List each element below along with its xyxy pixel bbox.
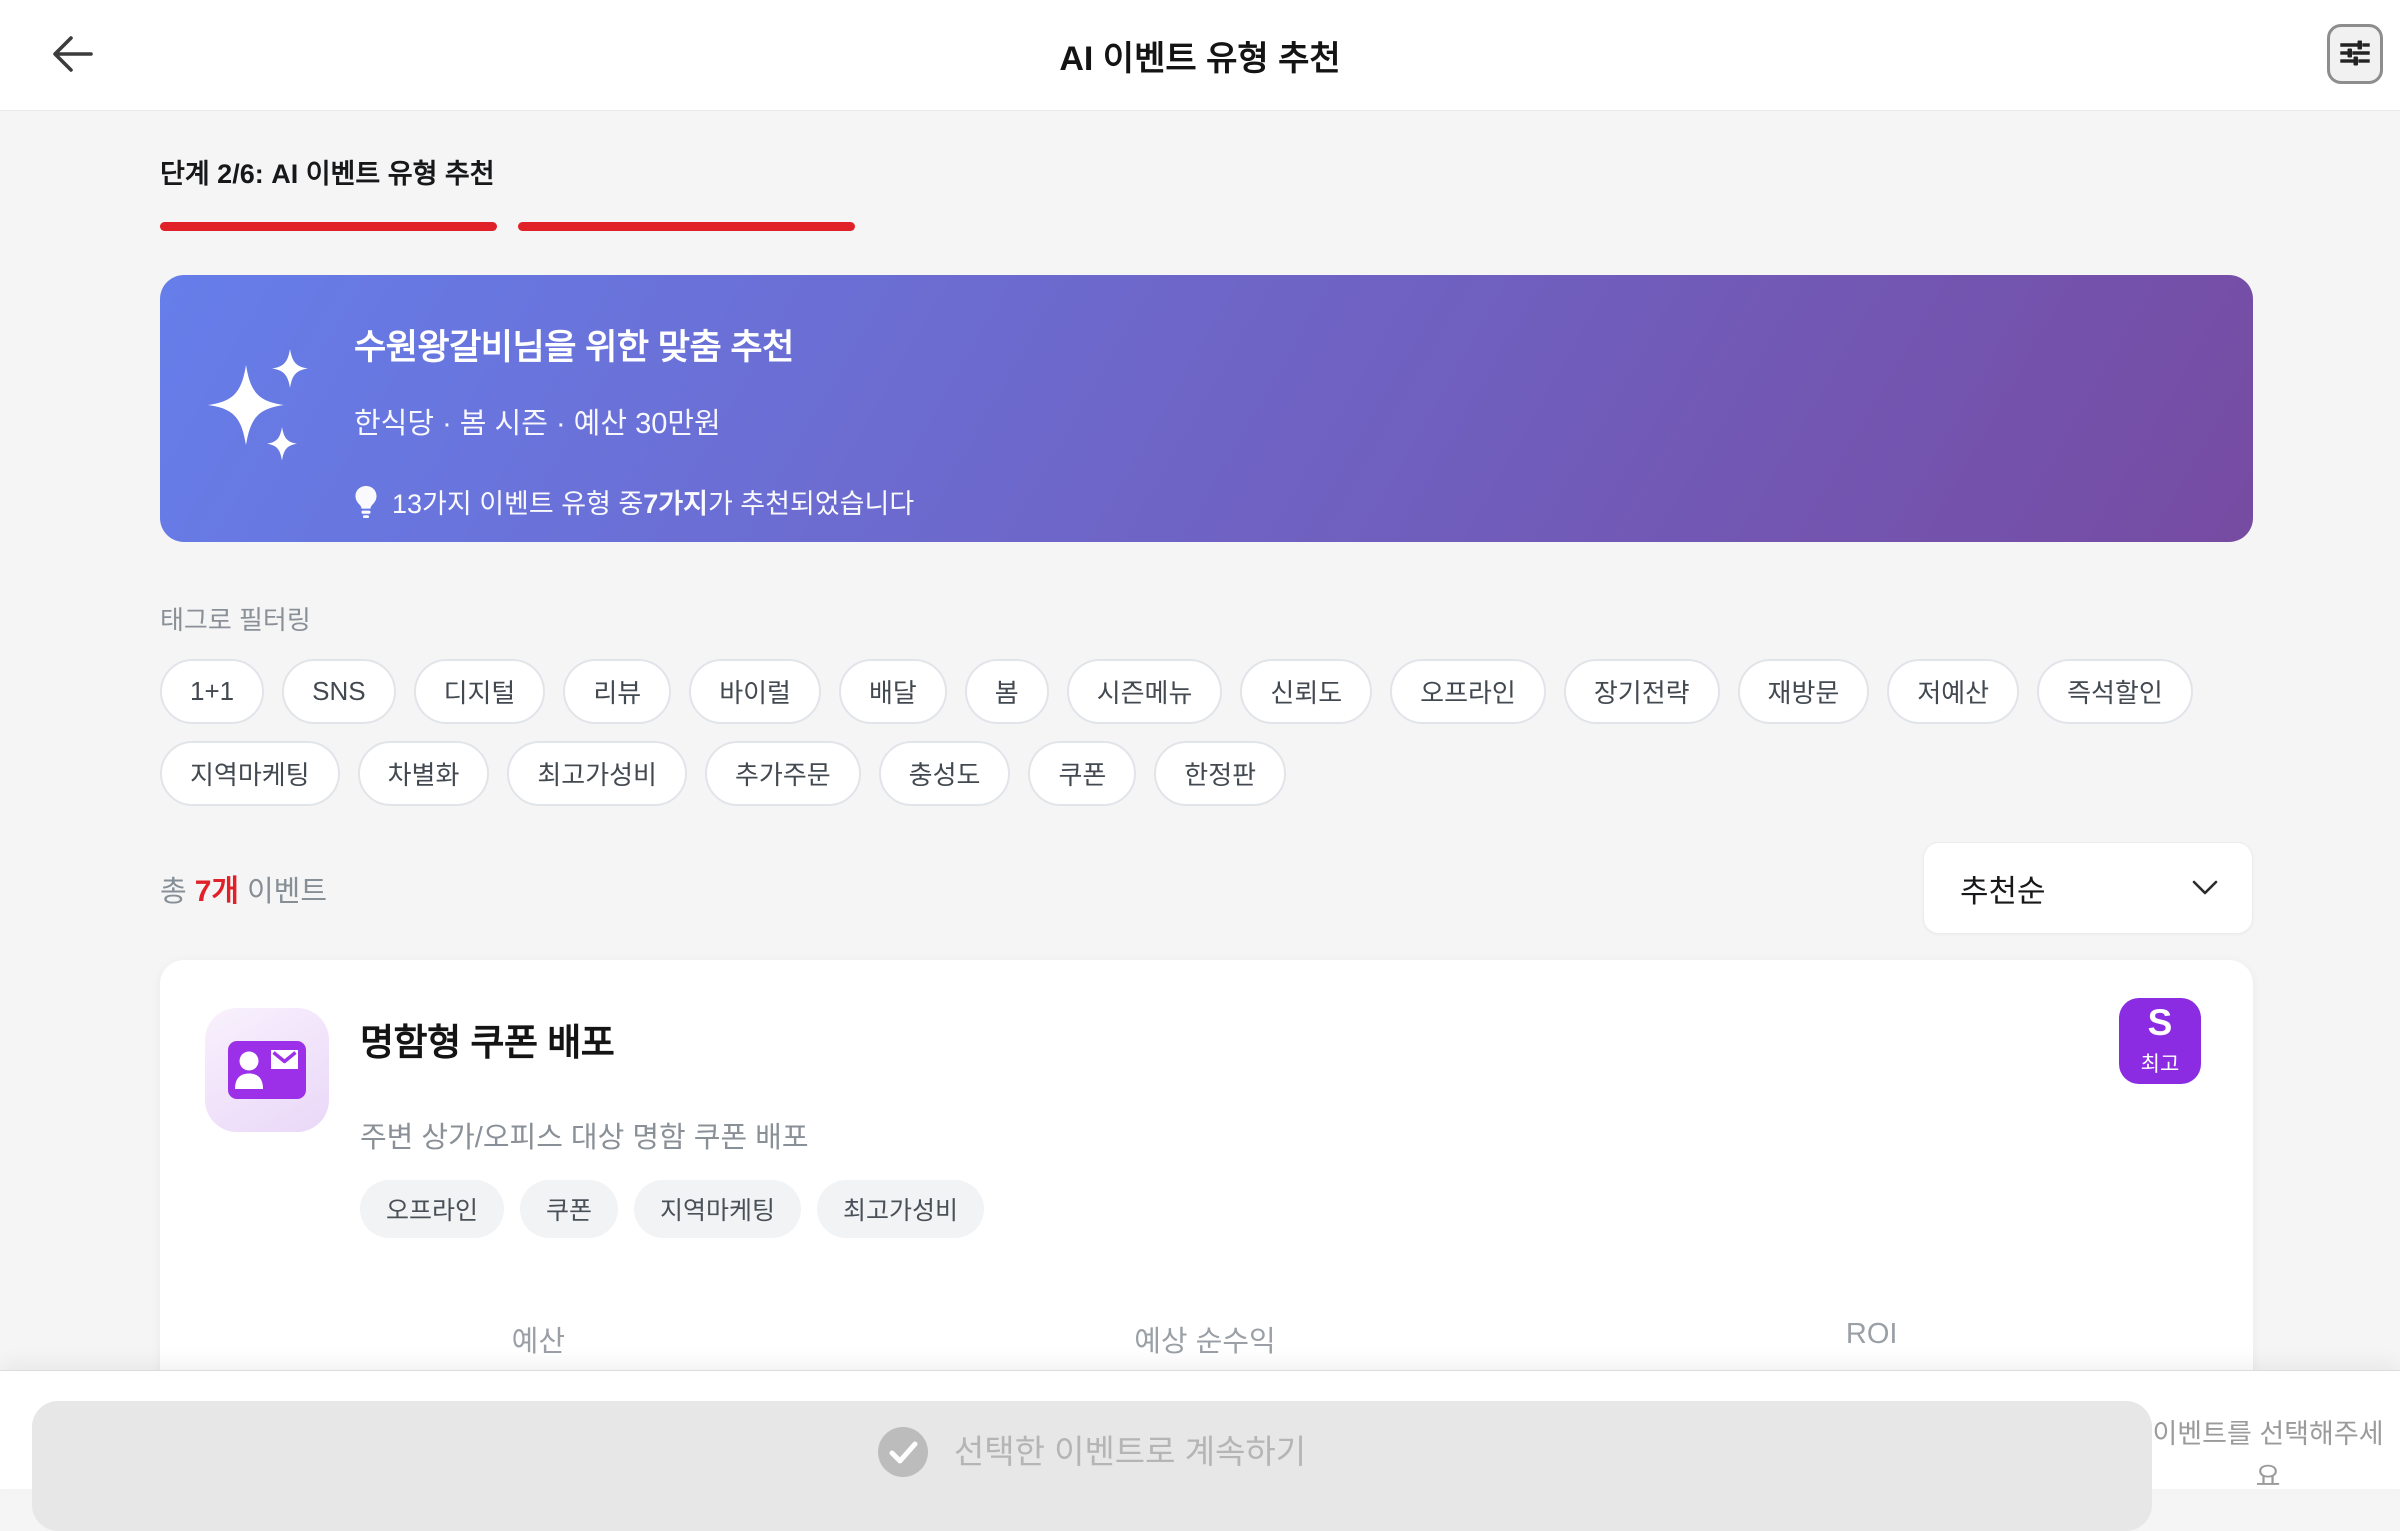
tag-filter-chip[interactable]: SNS [282,659,396,724]
event-tag: 쿠폰 [520,1180,619,1238]
event-count-suffix: 이벤트 [246,876,328,908]
grade-badge-letter: S [2147,1002,2173,1043]
tag-filter-chip[interactable]: 추가주문 [704,741,861,806]
banner-title: 수원왕갈비님을 위한 맞춤 추천 [354,328,794,367]
event-card-head: 명함형 쿠폰 배포 주변 상가/오피스 대상 명함 쿠폰 배포 오프라인 쿠폰 … [205,1008,2205,1238]
progress-bar [160,222,2253,231]
list-header: 총 7개 이벤트 추천순 [160,842,2253,934]
continue-button-label: 선택한 이벤트로 계속하기 [953,1433,1307,1470]
recommendation-banner: 수원왕갈비님을 위한 맞춤 추천 한식당 · 봄 시즌 · 예산 30만원 13… [160,275,2253,542]
tag-filter-chip[interactable]: 지역마케팅 [160,741,340,806]
event-description: 주변 상가/오피스 대상 명함 쿠폰 배포 [360,1122,809,1154]
tag-filter-chip[interactable]: 시즌메뉴 [1066,659,1223,724]
tag-filter-chip[interactable]: 장기전략 [1563,659,1720,724]
main-content: 단계 2/6: AI 이벤트 유형 추천 수원왕갈비님을 위한 맞춤 추천 한식… [160,110,2253,1429]
tag-filter-chip[interactable]: 리뷰 [563,659,672,724]
bottom-bar: 선택한 이벤트로 계속하기 이벤트를 선택해주세요 [0,1370,2400,1531]
grade-badge-label: 최고 [2140,1053,2180,1076]
sort-selected-value: 추천순 [1960,873,2046,909]
tag-filter-chip[interactable]: 차별화 [357,741,490,806]
tag-filter-chip[interactable]: 즉석할인 [2037,659,2193,724]
event-card[interactable]: 명함형 쿠폰 배포 주변 상가/오피스 대상 명함 쿠폰 배포 오프라인 쿠폰 … [160,960,2253,1429]
filter-label: 태그로 필터링 [160,605,311,635]
tag-filter-chip[interactable]: 오프라인 [1390,659,1546,724]
event-tag-list: 오프라인 쿠폰 지역마케팅 최고가성비 [360,1180,985,1238]
event-title: 명함형 쿠폰 배포 [360,1022,615,1063]
banner-text: 수원왕갈비님을 위한 맞춤 추천 한식당 · 봄 시즌 · 예산 30만원 13… [354,319,914,519]
event-card-body: 명함형 쿠폰 배포 주변 상가/오피스 대상 명함 쿠폰 배포 오프라인 쿠폰 … [360,1008,985,1238]
continue-button[interactable]: 선택한 이벤트로 계속하기 [32,1401,2152,1531]
stat-label: 예상 순수익 [1134,1326,1276,1358]
event-count-value: 7개 [194,875,239,908]
banner-info-highlight: 7가지 [643,489,708,519]
progress-segment-filled [160,222,497,231]
tag-filter-chip[interactable]: 충성도 [878,741,1011,806]
tag-filter-chip[interactable]: 배달 [838,659,947,724]
tag-filter-chip[interactable]: 바이럴 [689,659,821,724]
sliders-icon [2338,36,2372,73]
contact-card-icon [205,1008,329,1132]
tag-filter-chip[interactable]: 쿠폰 [1028,741,1137,806]
tag-filter-list: 1+1 SNS 디지털 리뷰 바이럴 배달 봄 시즌메뉴 신뢰도 오프라인 장기… [160,659,2253,806]
page-title: AI 이벤트 유형 추천 [1059,39,1341,78]
stat-label: ROI [1845,1318,1898,1350]
app-header: AI 이벤트 유형 추천 [0,0,2400,111]
banner-subtitle: 한식당 · 봄 시즌 · 예산 30만원 [354,408,721,440]
sparkles-icon [208,343,314,498]
sort-select[interactable]: 추천순 [1923,842,2253,934]
tag-filter-chip[interactable]: 재방문 [1737,659,1870,724]
chevron-down-icon [2190,870,2220,906]
event-count-prefix: 총 [160,876,187,908]
tag-filter-chip[interactable]: 한정판 [1154,741,1287,806]
filter-settings-button[interactable] [2327,24,2383,84]
banner-info-suffix: 가 추천되었습니다 [707,489,915,519]
check-circle-icon [877,1427,928,1480]
grade-badge: S 최고 [2119,998,2201,1084]
tag-filter-chip[interactable]: 봄 [964,659,1049,724]
lightbulb-icon [354,485,378,519]
event-count: 총 7개 이벤트 [160,866,327,910]
banner-info-prefix: 13가지 이벤트 유형 중 [392,489,644,519]
event-tag: 최고가성비 [817,1180,985,1238]
selection-helper-text: 이벤트를 선택해주세요 [2152,1419,2384,1492]
event-tag: 지역마케팅 [634,1180,802,1238]
tag-filter-chip[interactable]: 저예산 [1887,659,2020,724]
progress-segment-filled [518,222,855,231]
step-indicator: 단계 2/6: AI 이벤트 유형 추천 [160,159,495,189]
event-tag: 오프라인 [360,1180,505,1238]
tag-filter-chip[interactable]: 최고가성비 [507,741,687,806]
banner-info: 13가지 이벤트 유형 중 7가지 가 추천되었습니다 [354,482,914,521]
tag-filter-chip[interactable]: 신뢰도 [1240,659,1373,724]
tag-filter-chip[interactable]: 디지털 [413,659,546,724]
arrow-left-icon [49,34,95,77]
tag-filter-chip[interactable]: 1+1 [160,659,265,724]
back-button[interactable] [44,27,100,83]
stat-label: 예산 [511,1326,566,1358]
